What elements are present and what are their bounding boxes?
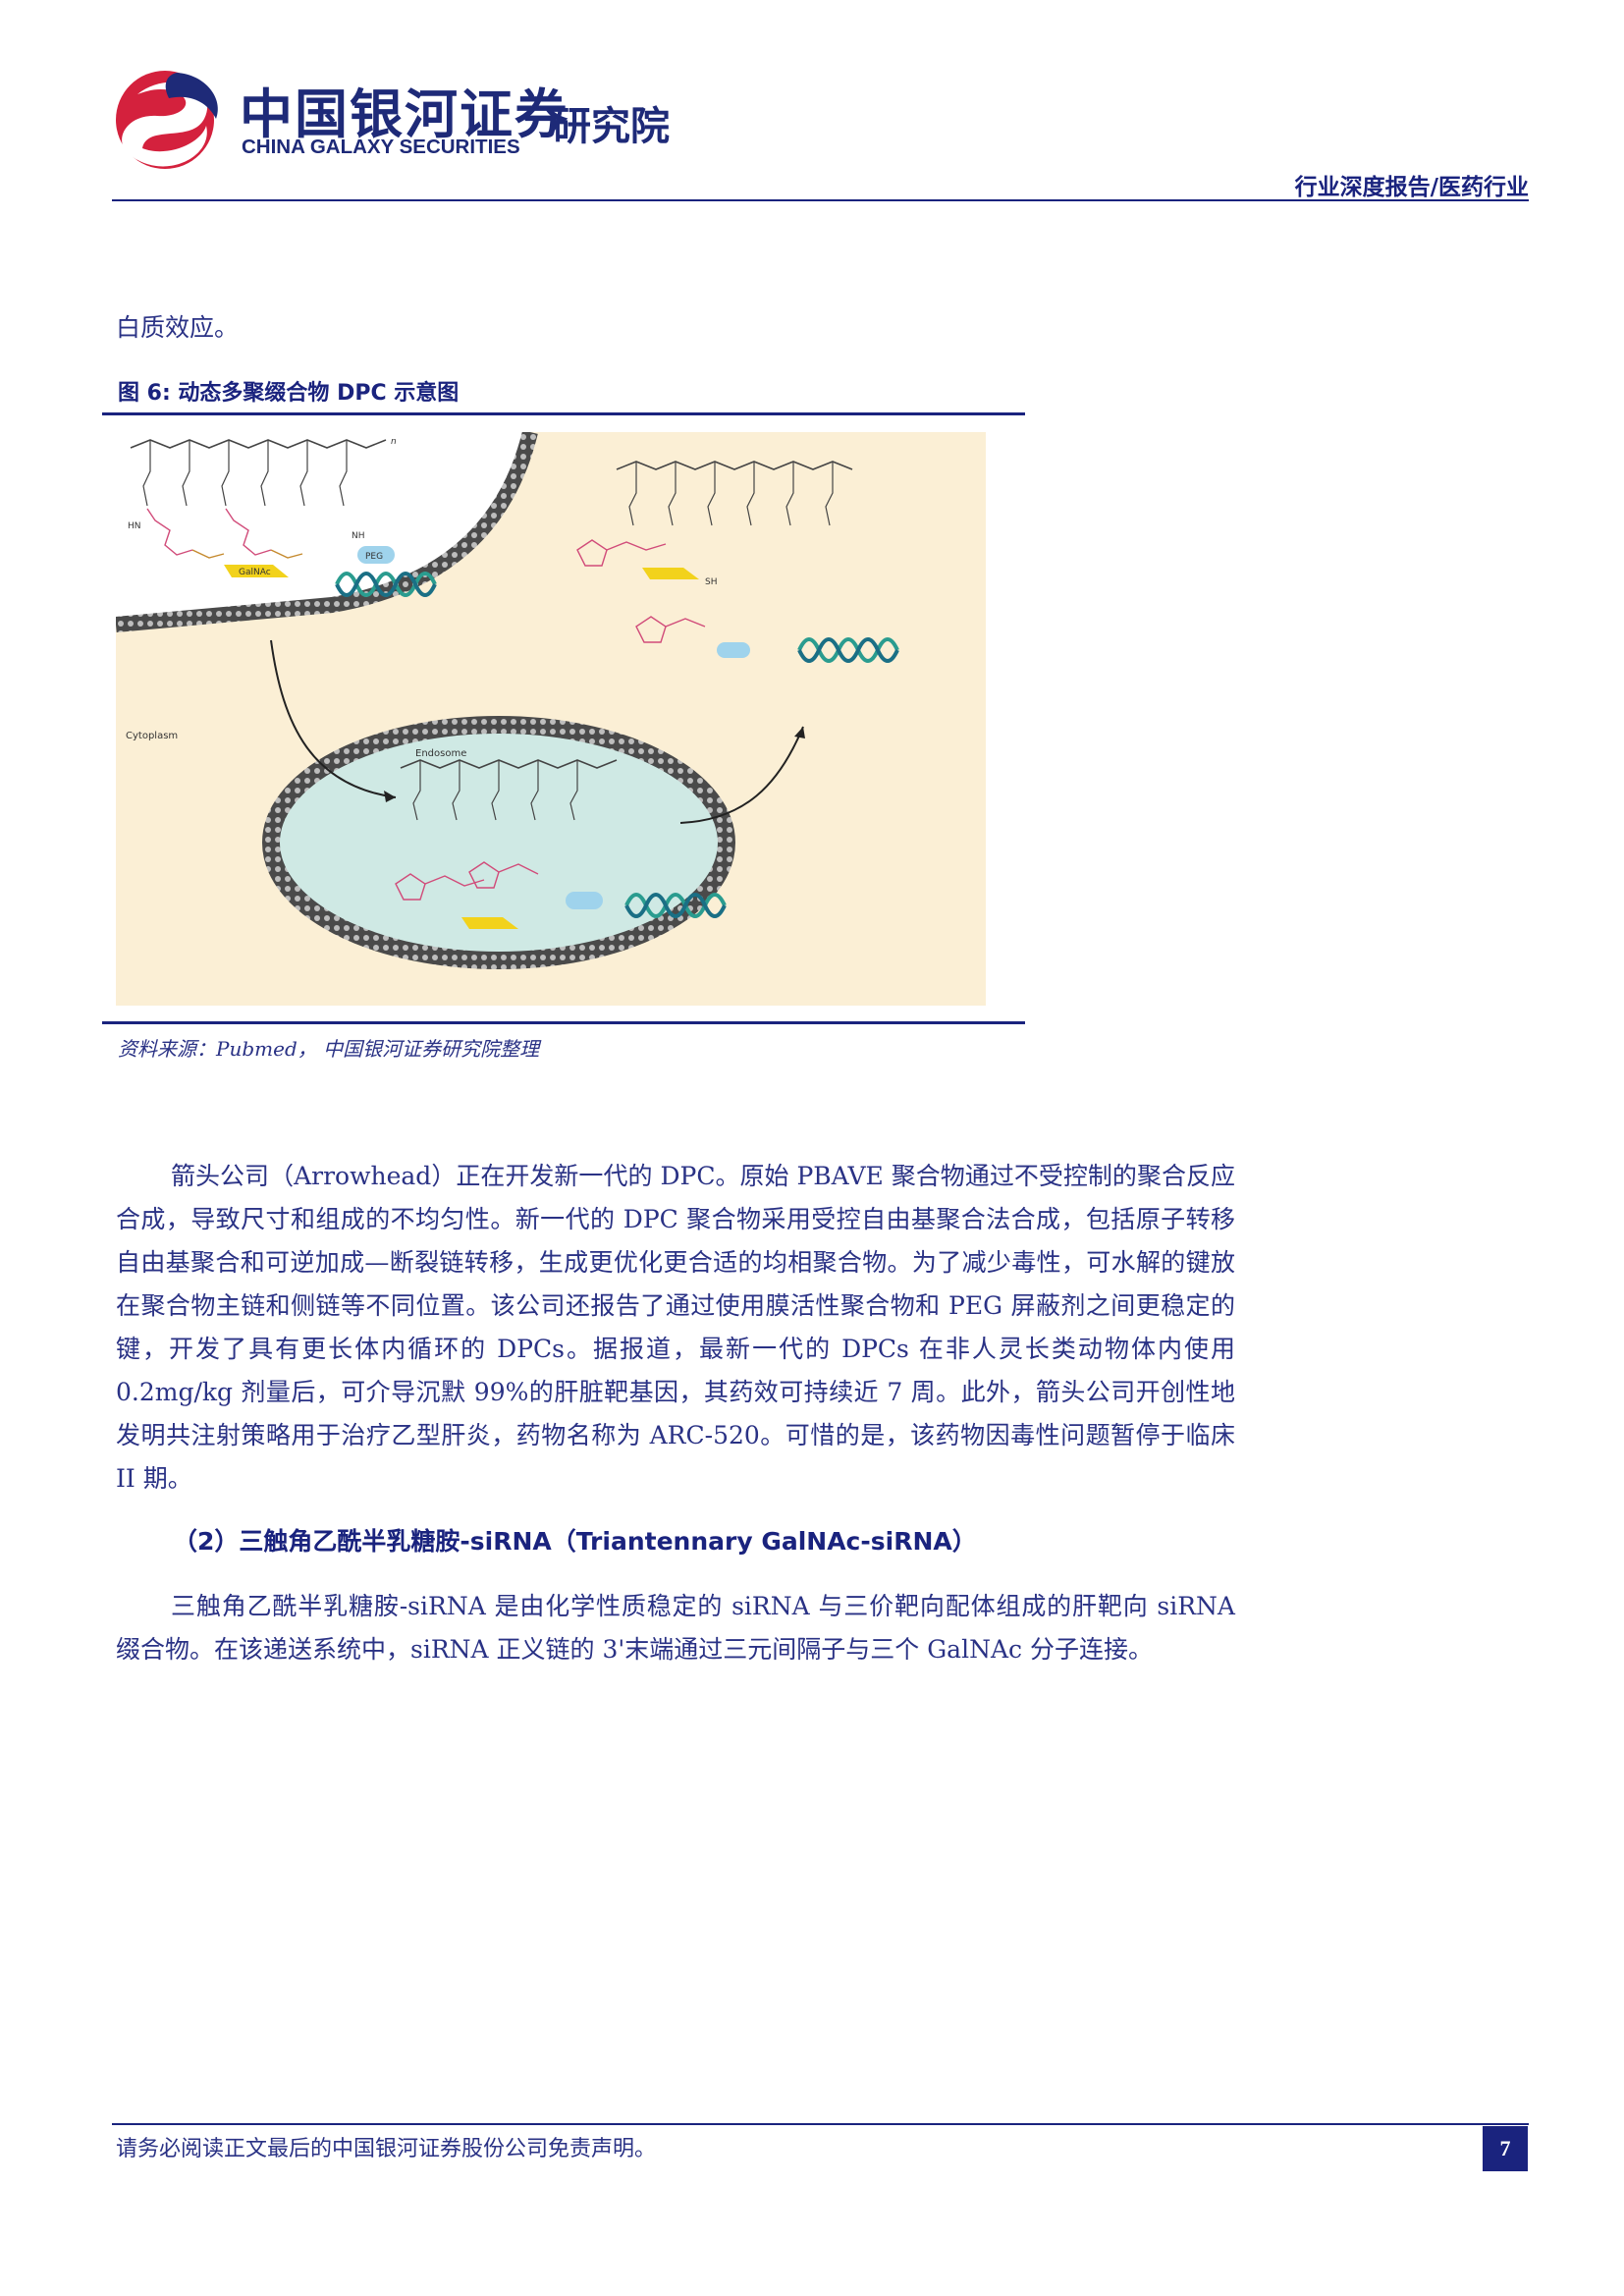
galnac-label: GalNAc — [239, 568, 271, 577]
brand-name-en: CHINA GALAXY SECURITIES — [242, 136, 520, 158]
dpc-schematic-figure: HN NH n GalNAc PEG SH Cytoplasm Endosome — [116, 432, 986, 1006]
hn-label: HN — [128, 521, 141, 531]
page-number: 7 — [1483, 2126, 1528, 2171]
figure-bottom-rule — [102, 1021, 1025, 1024]
endosome-label: Endosome — [415, 748, 466, 759]
repeat-n-label: n — [391, 437, 397, 447]
header-divider — [112, 199, 1529, 201]
cytoplasm-label: Cytoplasm — [126, 731, 178, 741]
report-category: 行业深度报告/医药行业 — [1294, 174, 1529, 200]
nh-label: NH — [352, 531, 365, 541]
body-paragraph: 箭头公司（Arrowhead）正在开发新一代的 DPC。原始 PBAVE 聚合物… — [116, 1162, 1235, 1493]
body-paragraph-2: 三触角乙酰半乳糖胺-siRNA 是由化学性质稳定的 siRNA 与三价靶向配体组… — [116, 1592, 1235, 1664]
galaxy-logo-icon — [116, 71, 218, 169]
peg-tag-icon — [566, 892, 603, 909]
footer-divider — [112, 2123, 1529, 2125]
section-subheading: （2）三触角乙酰半乳糖胺-siRNA（Triantennary GalNAc-s… — [173, 1527, 977, 1556]
peg-tag-icon — [717, 642, 750, 658]
peg-label: PEG — [365, 552, 383, 562]
figure-source: 资料来源：Pubmed， 中国银河证券研究院整理 — [118, 1037, 540, 1061]
sh-label: SH — [705, 577, 717, 587]
intro-paragraph: 白质效应。 — [116, 313, 240, 342]
figure-top-rule — [102, 412, 1025, 415]
footer-disclaimer: 请务必阅读正文最后的中国银河证券股份公司免责声明。 — [116, 2137, 657, 2161]
figure-caption: 图 6: 动态多聚缀合物 DPC 示意图 — [118, 381, 460, 406]
brand-institute: 研究院 — [552, 104, 670, 149]
